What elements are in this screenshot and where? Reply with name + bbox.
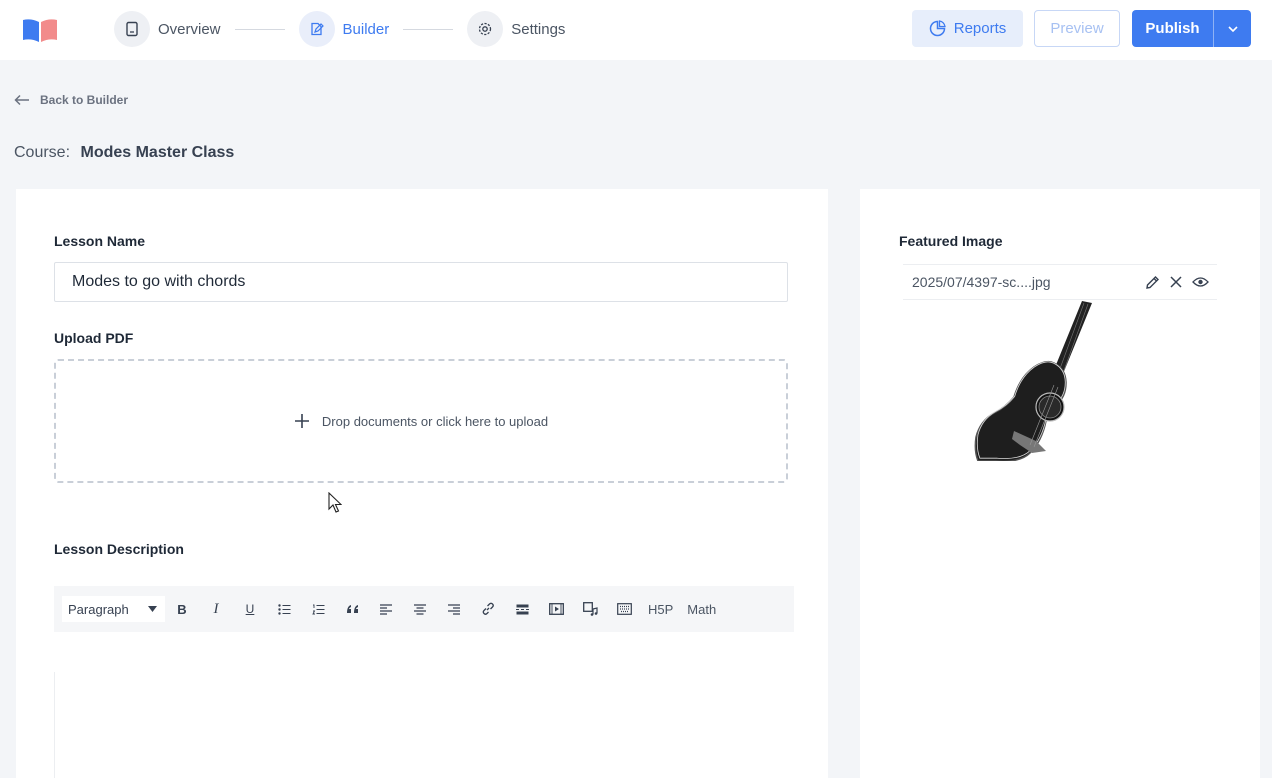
h5p-button[interactable]: H5P	[641, 602, 680, 617]
back-label: Back to Builder	[40, 93, 129, 107]
close-icon[interactable]	[1169, 275, 1183, 289]
step-connector	[234, 28, 285, 30]
course-heading: Course: Modes Master Class	[14, 144, 234, 162]
align-right-button[interactable]	[437, 596, 471, 622]
step-builder[interactable]: Builder	[298, 11, 390, 47]
align-left-icon	[380, 603, 392, 615]
arrow-left-icon	[14, 94, 29, 106]
align-right-icon	[448, 603, 460, 615]
step-settings[interactable]: Settings	[467, 11, 565, 47]
book-icon	[114, 11, 150, 47]
read-more-button[interactable]	[505, 596, 539, 622]
underline-button[interactable]: U	[233, 596, 267, 622]
bold-button[interactable]: B	[165, 596, 199, 622]
reports-button[interactable]: Reports	[912, 10, 1023, 47]
bold-icon: B	[177, 601, 187, 617]
course-name: Modes Master Class	[80, 144, 235, 161]
keyboard-icon	[616, 603, 632, 615]
align-left-button[interactable]	[369, 596, 403, 622]
pie-chart-icon	[929, 20, 946, 37]
upload-pdf-label: Upload PDF	[54, 330, 134, 346]
featured-image-filename: 2025/07/4397-sc....jpg	[912, 274, 1051, 290]
step-settings-label: Settings	[511, 20, 566, 38]
math-button[interactable]: Math	[680, 602, 723, 617]
mouse-cursor-icon	[328, 492, 342, 513]
format-select-value: Paragraph	[68, 601, 129, 617]
publish-button-group: Publish	[1132, 10, 1251, 47]
plus-icon	[294, 414, 309, 428]
eye-icon[interactable]	[1192, 276, 1209, 288]
dropzone-text: Drop documents or click here to upload	[321, 413, 549, 429]
gear-icon	[467, 11, 504, 47]
italic-icon: I	[213, 600, 219, 617]
keyboard-button[interactable]	[607, 596, 641, 622]
video-icon	[548, 603, 564, 615]
course-prefix: Course:	[14, 144, 71, 161]
lesson-description-label: Lesson Description	[54, 541, 184, 557]
lesson-name-value: Modes to go with chords	[72, 273, 246, 290]
quote-icon	[346, 605, 358, 613]
blockquote-button[interactable]	[335, 596, 369, 622]
chevron-down-icon	[1227, 25, 1238, 32]
publish-button[interactable]: Publish	[1132, 10, 1213, 47]
logo-icon[interactable]	[22, 17, 58, 43]
italic-button[interactable]: I	[199, 596, 233, 622]
format-select[interactable]: Paragraph	[62, 596, 165, 622]
preview-button[interactable]: Preview	[1034, 10, 1120, 47]
numbered-list-button[interactable]	[301, 596, 335, 622]
back-to-builder-link[interactable]: Back to Builder	[14, 93, 128, 107]
featured-guitar-image	[974, 301, 1092, 461]
horizontal-rule-icon	[515, 604, 529, 614]
insert-media-button[interactable]	[539, 596, 573, 622]
bullet-list-icon	[277, 603, 290, 615]
editor-toolbar: Paragraph B I U H5P Math	[54, 586, 794, 632]
featured-image-label: Featured Image	[899, 233, 1003, 249]
lesson-form-panel: Lesson Name Modes to go with chords Uplo…	[16, 189, 828, 778]
lesson-name-label: Lesson Name	[54, 233, 146, 249]
top-bar: Overview Builder Settings Reports Previe…	[0, 0, 1272, 60]
lesson-name-input[interactable]: Modes to go with chords	[54, 262, 788, 302]
step-connector	[403, 28, 454, 30]
featured-image-panel: Featured Image 2025/07/4397-sc....jpg	[860, 189, 1260, 778]
insert-link-button[interactable]	[471, 596, 505, 622]
media-icon	[582, 602, 598, 616]
insert-audio-button[interactable]	[573, 596, 607, 622]
edit-icon	[298, 11, 335, 47]
step-overview-label: Overview	[158, 20, 221, 38]
featured-image-file-row: 2025/07/4397-sc....jpg	[903, 264, 1217, 300]
align-center-icon	[414, 603, 426, 615]
publish-dropdown-button[interactable]	[1214, 10, 1251, 47]
align-center-button[interactable]	[403, 596, 437, 622]
step-overview[interactable]: Overview	[114, 11, 221, 47]
bullet-list-button[interactable]	[267, 596, 301, 622]
underline-icon: U	[245, 602, 255, 616]
editor-content-area[interactable]	[54, 672, 55, 778]
progress-stepper: Overview Builder Settings	[114, 11, 565, 47]
pencil-icon[interactable]	[1145, 275, 1160, 290]
pdf-dropzone[interactable]: Drop documents or click here to upload	[54, 359, 788, 483]
reports-label: Reports	[953, 20, 1007, 37]
step-builder-label: Builder	[342, 20, 390, 38]
link-icon	[482, 602, 494, 615]
file-actions	[1145, 275, 1209, 290]
numbered-list-icon	[311, 604, 324, 614]
publish-label: Publish	[1145, 20, 1200, 37]
preview-label: Preview	[1050, 20, 1104, 37]
caret-down-icon	[148, 606, 157, 612]
